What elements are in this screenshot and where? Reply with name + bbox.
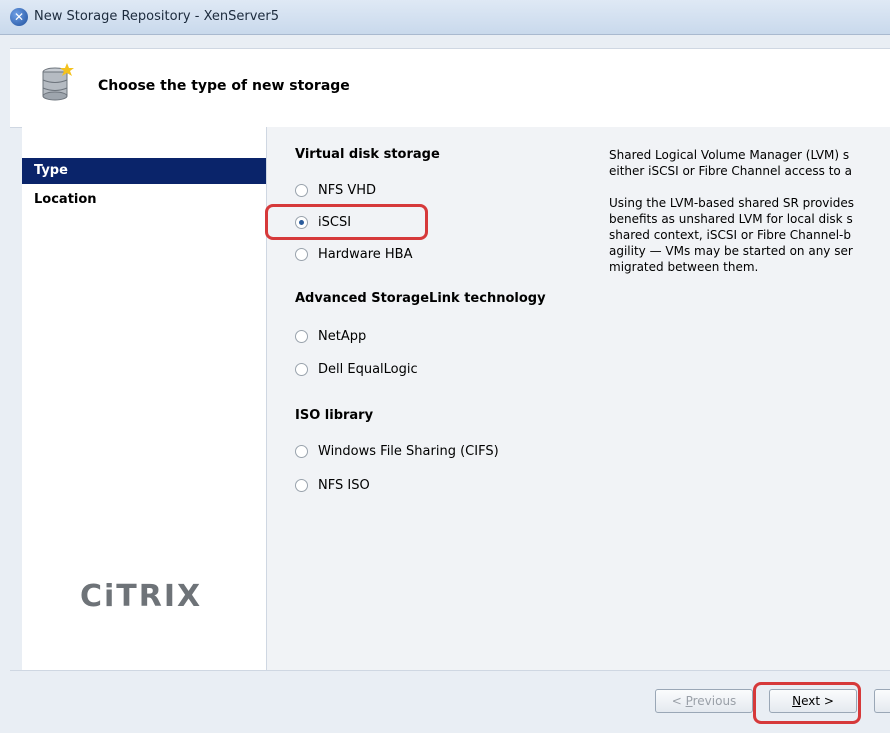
storage-database-icon <box>42 63 74 101</box>
radio-nfs-iso[interactable]: NFS ISO <box>295 475 370 497</box>
iscsi-highlight <box>265 204 428 240</box>
xenserver-app-icon: ✕ <box>10 8 28 26</box>
citrix-logo: CiTRIX <box>80 579 203 614</box>
radio-label: Hardware HBA <box>318 247 413 262</box>
previous-accel: P <box>685 694 693 708</box>
radio-cifs[interactable]: Windows File Sharing (CIFS) <box>295 441 499 463</box>
radio-button[interactable] <box>295 478 308 492</box>
description-line: migrated between them. <box>609 260 759 274</box>
previous-button[interactable]: < Previous <box>655 689 753 713</box>
virtual-disk-section-label: Virtual disk storage <box>295 147 440 162</box>
radio-button[interactable] <box>295 444 308 458</box>
iso-section-label: ISO library <box>295 408 374 423</box>
radio-button[interactable] <box>295 183 308 197</box>
description-line: benefits as unshared LVM for local disk … <box>609 212 853 226</box>
window-title: New Storage Repository - XenServer5 <box>34 9 280 24</box>
previous-prefix: < <box>671 694 686 708</box>
wizard-header: Choose the type of new storage <box>10 48 890 128</box>
previous-rest: revious <box>692 694 737 708</box>
description-line: shared context, iSCSI or Fibre Channel-b <box>609 228 852 242</box>
description-line: agility — VMs may be started on any ser <box>609 244 853 258</box>
cancel-button[interactable] <box>874 689 890 713</box>
radio-label: NFS VHD <box>318 183 377 198</box>
radio-dell-equallogic[interactable]: Dell EqualLogic <box>295 359 418 381</box>
title-bar: ✕ New Storage Repository - XenServer5 <box>0 0 890 35</box>
description-line: Using the LVM-based shared SR provides <box>609 196 854 210</box>
storagelink-section-label: Advanced StorageLink technology <box>295 291 546 306</box>
next-highlight <box>753 682 861 724</box>
description-line: either iSCSI or Fibre Channel access to … <box>609 164 852 178</box>
page-title: Choose the type of new storage <box>98 78 350 94</box>
radio-hardware-hba[interactable]: Hardware HBA <box>295 244 413 266</box>
radio-label: Windows File Sharing (CIFS) <box>318 444 499 459</box>
radio-nfs-vhd[interactable]: NFS VHD <box>295 180 376 202</box>
radio-button[interactable] <box>295 329 308 343</box>
radio-button[interactable] <box>295 362 308 376</box>
radio-label: NFS ISO <box>318 478 370 493</box>
wizard-nav: Type Location CiTRIX <box>22 127 267 670</box>
radio-button[interactable] <box>295 247 308 261</box>
description-line: Shared Logical Volume Manager (LVM) s <box>609 148 850 162</box>
nav-item-location[interactable]: Location <box>22 187 266 213</box>
radio-netapp[interactable]: NetApp <box>295 326 366 348</box>
radio-label: NetApp <box>318 329 367 344</box>
nav-item-type[interactable]: Type <box>22 158 266 184</box>
radio-label: Dell EqualLogic <box>318 362 418 377</box>
